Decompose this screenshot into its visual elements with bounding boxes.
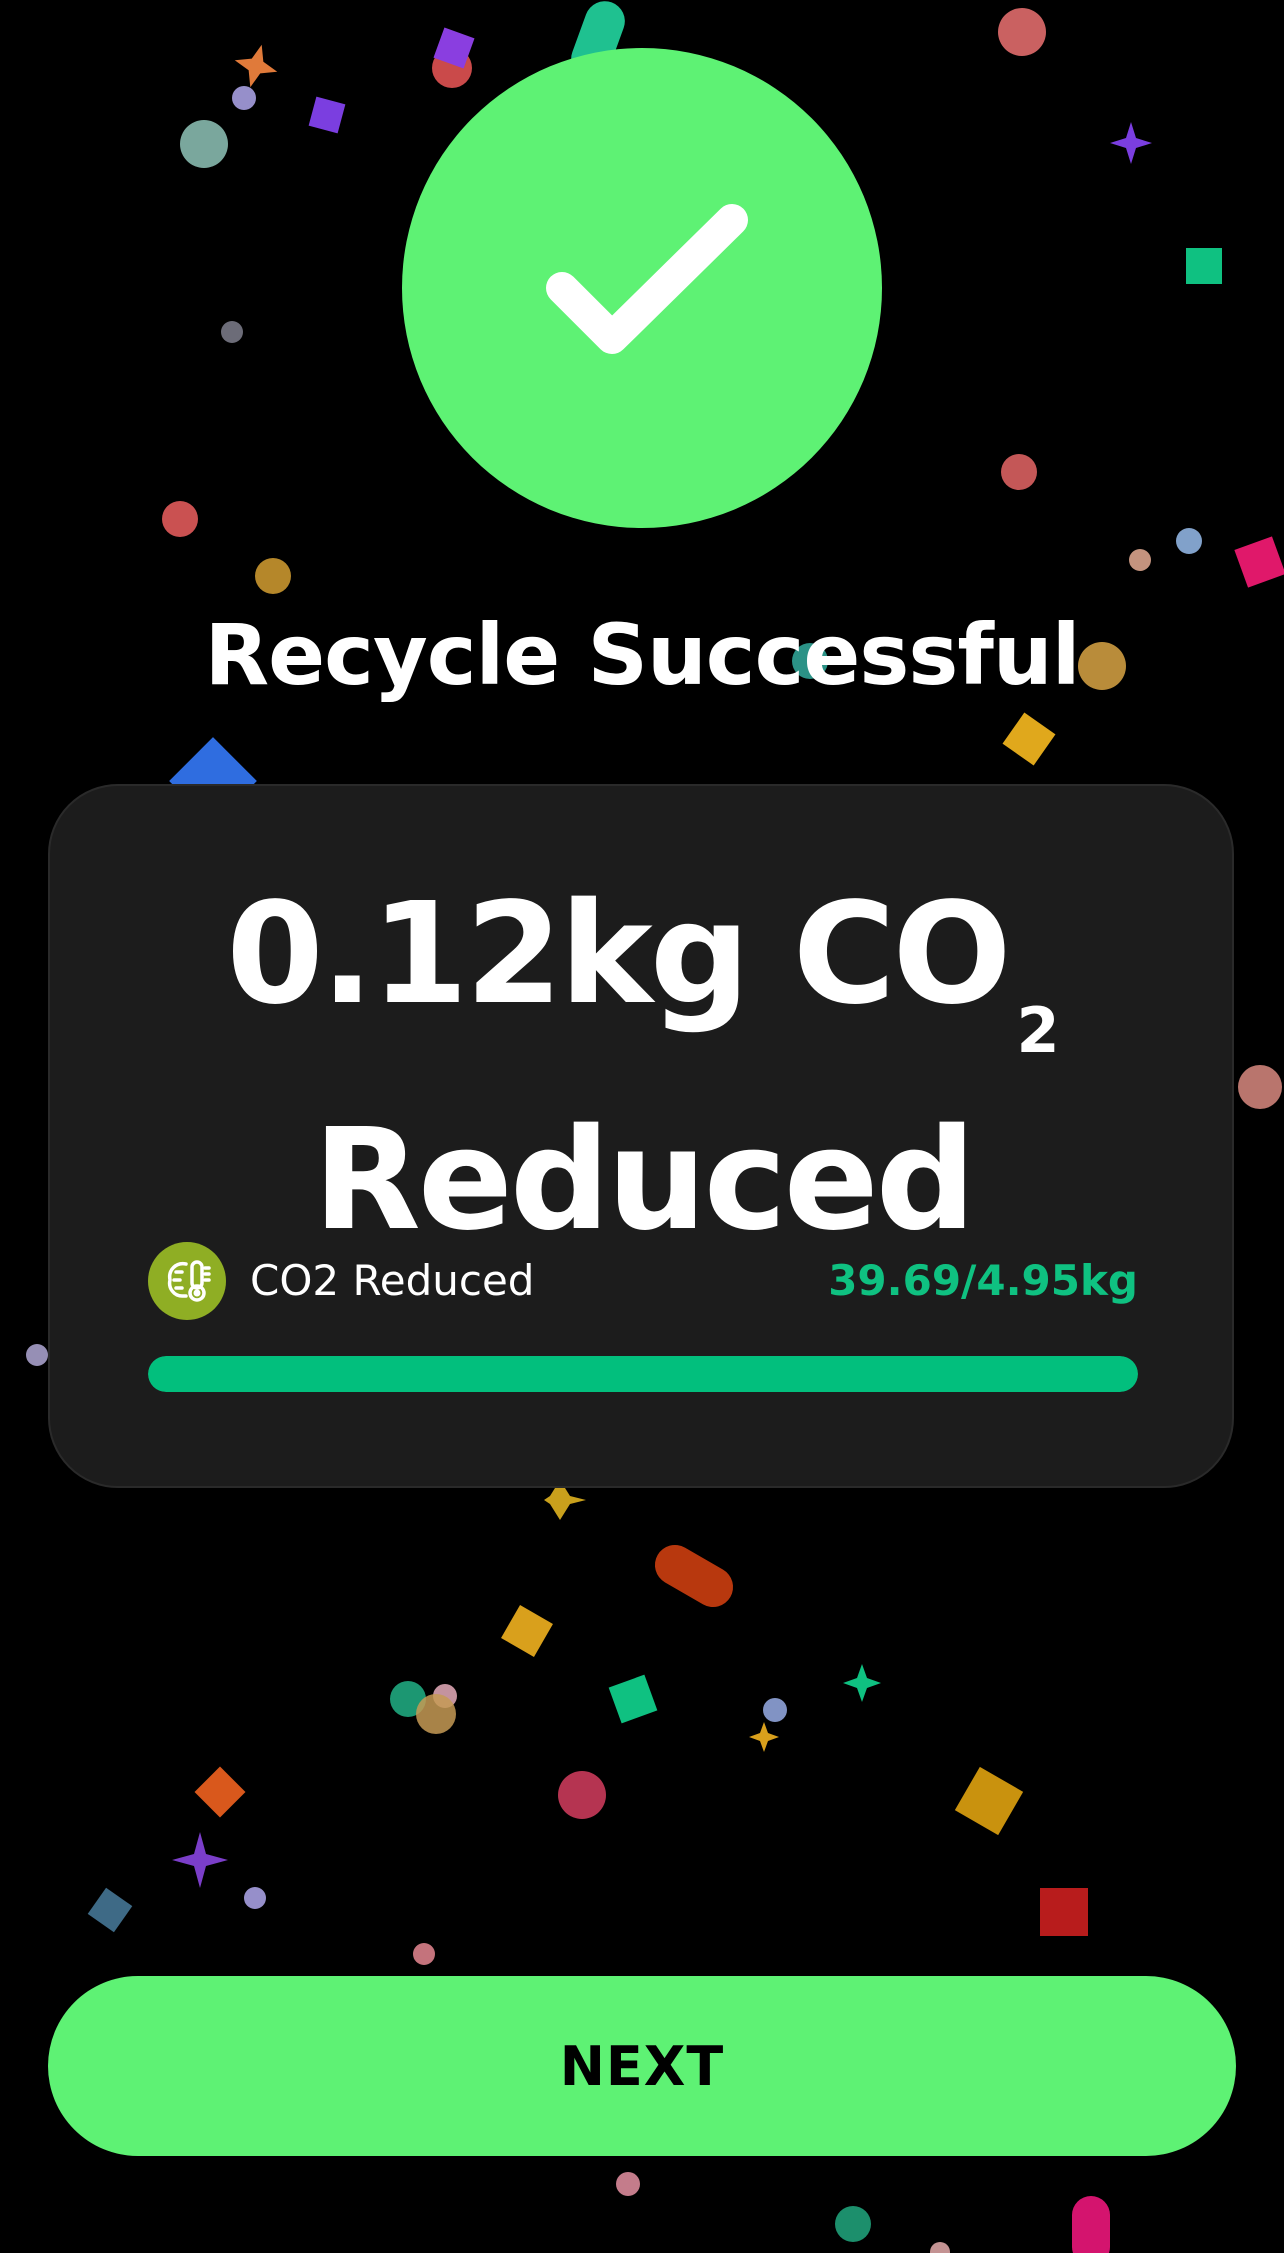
co2-metric-row: CO2 Reduced 39.69/4.95kg bbox=[148, 1242, 1138, 1322]
metric-label: CO2 Reduced bbox=[250, 1256, 535, 1305]
co2-progress-bar bbox=[148, 1356, 1138, 1392]
next-button[interactable]: NEXT bbox=[48, 1976, 1236, 2156]
result-card: 0.12kg CO 2 Reduced CO2 Reduced 39.69/4.9… bbox=[48, 784, 1234, 1488]
page-title: Recycle Successful bbox=[204, 606, 1081, 704]
metric-value: 39.69/4.95kg bbox=[828, 1256, 1138, 1305]
headline-subscript: 2 bbox=[1016, 994, 1060, 1067]
co2-reduction-headline: 0.12kg CO 2 Reduced bbox=[50, 880, 1236, 1256]
co2-progress-fill bbox=[148, 1356, 1138, 1392]
checkmark-icon bbox=[546, 204, 748, 354]
headline-line-1: 0.12kg CO 2 bbox=[50, 880, 1236, 1106]
success-check-badge bbox=[402, 48, 882, 528]
headline-amount: 0.12kg CO bbox=[226, 873, 1011, 1036]
co2-thermometer-icon bbox=[148, 1242, 226, 1320]
headline-line-2: Reduced bbox=[313, 1099, 976, 1262]
